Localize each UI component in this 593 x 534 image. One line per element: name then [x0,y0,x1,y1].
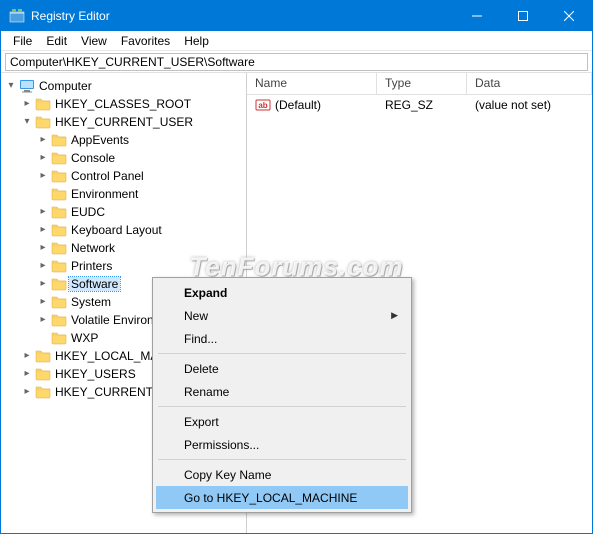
context-menu-separator [158,406,406,407]
tree-node-label: Control Panel [69,169,146,183]
menu-file[interactable]: File [7,33,38,49]
maximize-button[interactable] [500,1,546,31]
value-type: REG_SZ [377,98,467,112]
list-header: Name Type Data [247,73,592,95]
context-menu-item[interactable]: Permissions... [156,433,408,456]
expand-icon[interactable]: ▸ [37,314,49,326]
tree-node-key[interactable]: ▸ EUDC [37,203,246,221]
context-menu-separator [158,353,406,354]
column-header-type[interactable]: Type [377,73,467,94]
menubar: File Edit View Favorites Help [1,31,592,51]
folder-icon [35,384,51,400]
tree-node-label: Network [69,241,117,255]
svg-text:ab: ab [258,101,267,110]
expand-icon[interactable]: ▸ [37,170,49,182]
tree-node-key[interactable]: ▸ Network [37,239,246,257]
expand-icon[interactable]: ▸ [37,278,49,290]
tree-node-hive[interactable]: ▾ HKEY_CURRENT_USER [21,113,246,131]
folder-icon [51,132,67,148]
context-menu-item[interactable]: Find... [156,327,408,350]
folder-icon [51,240,67,256]
tree-node-key[interactable]: ▸Environment [37,185,246,203]
address-input[interactable] [5,53,588,71]
context-menu: ExpandNewFind... DeleteRename ExportPermis… [152,277,412,513]
folder-icon [35,348,51,364]
folder-icon [51,258,67,274]
value-data: (value not set) [467,98,592,112]
expand-icon[interactable]: ▸ [37,260,49,272]
tree-node-label: HKEY_CLASSES_ROOT [53,97,193,111]
tree-node-computer[interactable]: ▾ Computer [5,77,246,95]
expand-icon[interactable]: ▸ [21,386,33,398]
folder-icon [35,114,51,130]
context-menu-item[interactable]: New [156,304,408,327]
collapse-icon[interactable]: ▾ [21,116,33,128]
tree-node-label: WXP [69,331,100,345]
tree-node-label: EUDC [69,205,107,219]
address-bar [1,51,592,73]
tree-node-key[interactable]: ▸ AppEvents [37,131,246,149]
minimize-button[interactable] [454,1,500,31]
collapse-icon[interactable]: ▾ [5,80,17,92]
menu-favorites[interactable]: Favorites [115,33,176,49]
tree-node-label: Keyboard Layout [69,223,164,237]
context-menu-item[interactable]: Go to HKEY_LOCAL_MACHINE [156,486,408,509]
folder-icon [51,276,67,292]
tree-node-key[interactable]: ▸ Control Panel [37,167,246,185]
context-menu-item[interactable]: Export [156,410,408,433]
tree-node-label: HKEY_USERS [53,367,138,381]
tree-node-label: Software [69,277,120,291]
tree-node-label: System [69,295,113,309]
folder-icon [51,168,67,184]
context-menu-item[interactable]: Rename [156,380,408,403]
expand-icon[interactable]: ▸ [37,242,49,254]
folder-icon [51,222,67,238]
tree-node-label: Computer [37,79,94,93]
folder-icon [51,330,67,346]
column-header-data[interactable]: Data [467,73,592,94]
tree-node-label: Environment [69,187,140,201]
folder-icon [51,186,67,202]
tree-node-label: Console [69,151,117,165]
menu-edit[interactable]: Edit [40,33,73,49]
folder-icon [35,96,51,112]
titlebar[interactable]: Registry Editor [1,1,592,31]
string-value-icon: ab [255,97,271,113]
folder-icon [51,312,67,328]
tree-node-label: HKEY_CURRENT_USER [53,115,195,129]
context-menu-item[interactable]: Copy Key Name [156,463,408,486]
context-menu-item[interactable]: Expand [156,281,408,304]
expand-icon[interactable]: ▸ [37,152,49,164]
tree-node-label: AppEvents [69,133,131,147]
context-menu-item[interactable]: Delete [156,357,408,380]
window-controls [454,1,592,31]
tree-node-hive[interactable]: ▸ HKEY_CLASSES_ROOT [21,95,246,113]
expand-icon[interactable]: ▸ [37,134,49,146]
computer-icon [19,78,35,94]
value-name: (Default) [275,98,321,112]
expand-icon[interactable]: ▸ [37,296,49,308]
folder-icon [35,366,51,382]
expand-icon[interactable]: ▸ [21,368,33,380]
column-header-name[interactable]: Name [247,73,377,94]
folder-icon [51,204,67,220]
expand-icon[interactable]: ▸ [21,98,33,110]
close-button[interactable] [546,1,592,31]
tree-node-label: Printers [69,259,114,273]
expand-icon[interactable]: ▸ [37,224,49,236]
context-menu-separator [158,459,406,460]
menu-view[interactable]: View [75,33,113,49]
regedit-icon [9,8,25,24]
expand-icon[interactable]: ▸ [21,350,33,362]
folder-icon [51,150,67,166]
tree-node-key[interactable]: ▸ Printers [37,257,246,275]
folder-icon [51,294,67,310]
expand-icon[interactable]: ▸ [37,206,49,218]
tree-node-key[interactable]: ▸ Console [37,149,246,167]
menu-help[interactable]: Help [178,33,215,49]
tree-node-key[interactable]: ▸ Keyboard Layout [37,221,246,239]
list-row[interactable]: ab (Default) REG_SZ(value not set) [247,95,592,115]
window-title: Registry Editor [31,9,110,23]
